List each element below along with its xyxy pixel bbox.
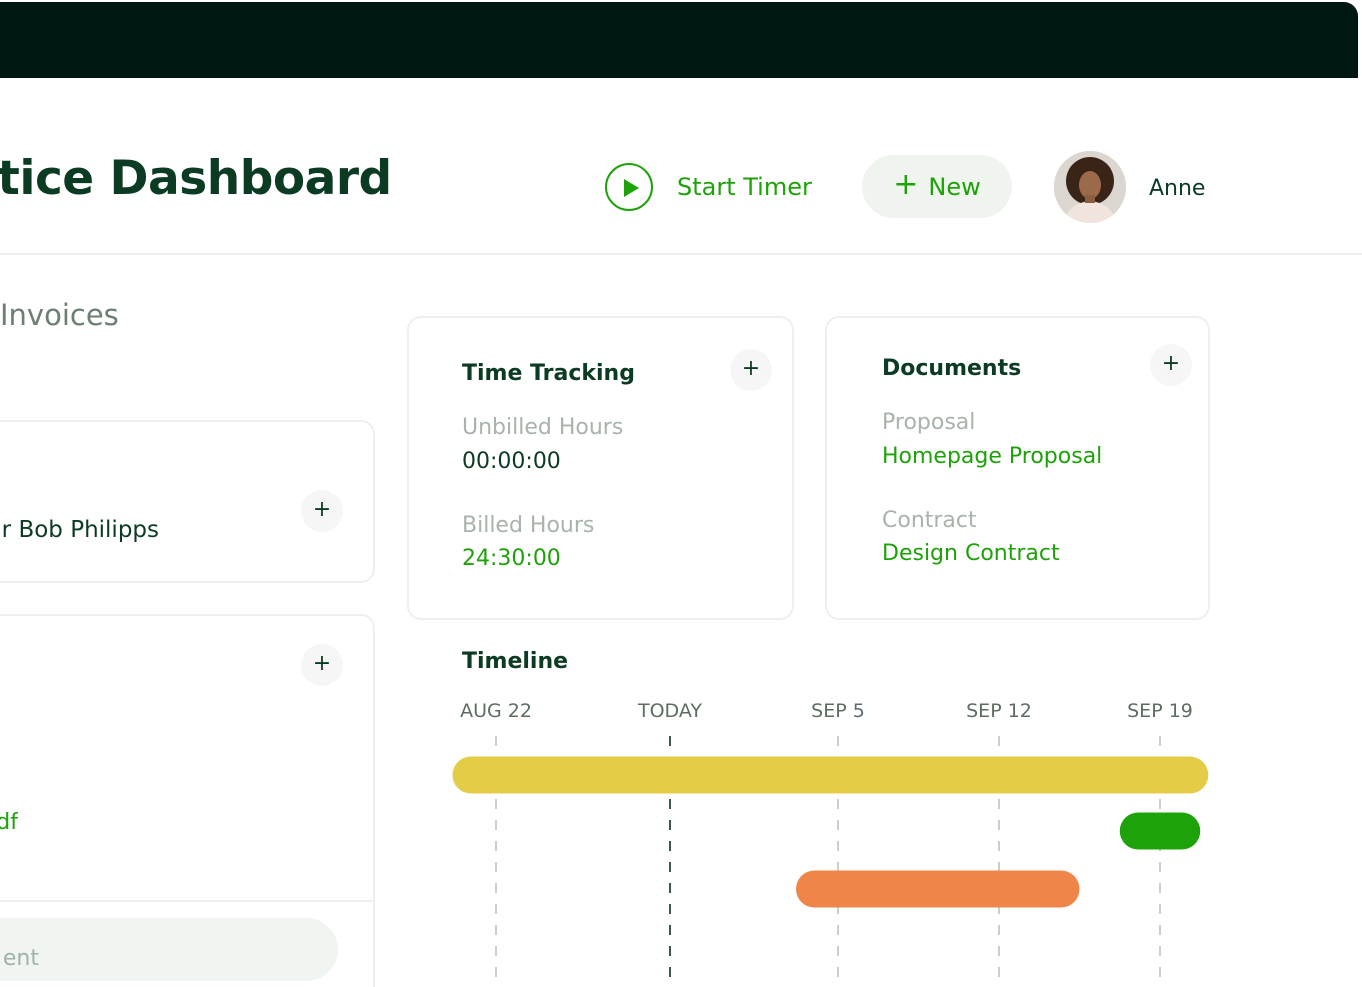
app-window: ctice Dashboard Start Timer + New Anne I… [0,0,1362,987]
timeline-bar[interactable] [796,870,1080,908]
timeline-chart [452,736,1209,987]
timeline-bar[interactable] [452,756,1209,794]
timeline-bar[interactable] [1119,812,1201,850]
